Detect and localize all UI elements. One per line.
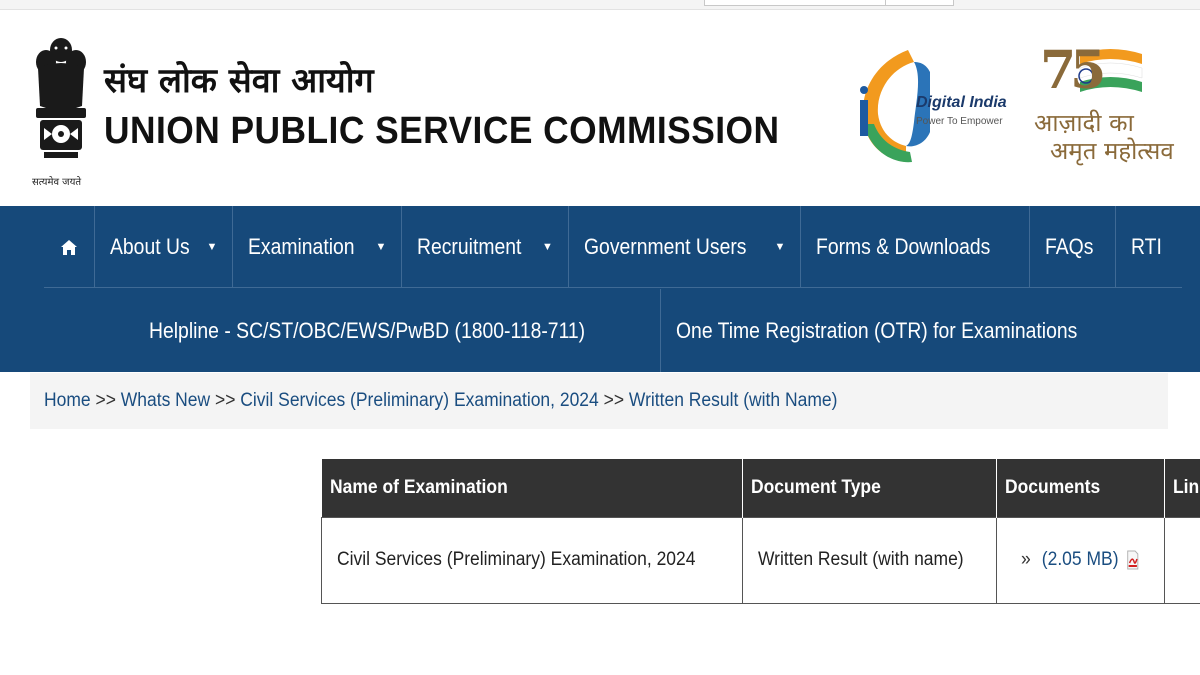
- nav-government-users[interactable]: Government Users ▼: [569, 206, 802, 288]
- col-header-doc-type: Document Type: [742, 459, 998, 517]
- digital-india-tagline: Power To Empower: [916, 116, 1003, 127]
- national-emblem-icon: [36, 38, 86, 158]
- site-title-hindi: संघ लोक सेवा आयोग: [104, 61, 374, 101]
- nav-label: RTI: [1131, 234, 1163, 259]
- breadcrumb-separator: >>: [95, 390, 116, 411]
- digital-india-title: Digital India: [916, 94, 1007, 111]
- nav-recruitment[interactable]: Recruitment ▼: [402, 206, 569, 288]
- breadcrumb-inner: Home >> Whats New >> Civil Services (Pre…: [44, 390, 837, 412]
- document-download-link[interactable]: (2.05 MB): [1042, 549, 1119, 570]
- nav-label: Examination: [248, 234, 355, 259]
- nav-label: Helpline - SC/ST/OBC/EWS/PwBD (1800-118-…: [149, 317, 586, 343]
- nav-otr[interactable]: One Time Registration (OTR) for Examinat…: [661, 289, 1147, 372]
- nav-label: Government Users: [583, 234, 747, 259]
- breadcrumb-separator: >>: [603, 390, 625, 411]
- azadi-line2: अमृत महोत्सव: [1050, 137, 1174, 165]
- nav-label: Forms & Downloads: [816, 234, 991, 259]
- breadcrumb-whats-new[interactable]: Whats New: [121, 390, 210, 411]
- documents-table: Name of Examination Document Type Docume…: [321, 459, 1200, 604]
- breadcrumb-separator: >>: [215, 390, 236, 411]
- nav-home[interactable]: [44, 206, 95, 288]
- caret-down-icon: ▼: [206, 241, 218, 253]
- main-nav: About Us ▼ Examination ▼ Recruitment ▼ Gove…: [0, 206, 1200, 372]
- emblem-motto: सत्यमेव जयते: [32, 177, 82, 188]
- col-header-exam: Name of Examination: [321, 459, 743, 517]
- breadcrumb: Home >> Whats New >> Civil Services (Pre…: [30, 373, 1168, 429]
- doc-entry: » (2.05 MB): [1021, 549, 1139, 571]
- col-header-documents: Documents: [996, 459, 1166, 517]
- azadi-75: 75: [1040, 40, 1106, 101]
- nav-faqs[interactable]: FAQs: [1030, 206, 1117, 288]
- nav-label: Recruitment: [417, 234, 522, 259]
- header-label: Document Type: [750, 476, 881, 498]
- table-row: Civil Services (Preliminary) Examination…: [321, 516, 1200, 604]
- site-title-english: UNION PUBLIC SERVICE COMMISSION: [104, 110, 780, 152]
- nav-label: About Us: [110, 234, 190, 259]
- nav-row-primary: About Us ▼ Examination ▼ Recruitment ▼ Gove…: [44, 206, 1182, 288]
- search-divider: [885, 0, 886, 6]
- cell-documents: » (2.05 MB): [996, 516, 1166, 604]
- cell-exam: Civil Services (Preliminary) Examination…: [321, 516, 743, 604]
- table-header-row: Name of Examination Document Type Docume…: [321, 459, 1200, 517]
- home-icon: [61, 239, 77, 255]
- header-label: Documents: [1005, 476, 1101, 498]
- pdf-icon[interactable]: [1127, 550, 1139, 570]
- header-label: Name of Examination: [329, 476, 508, 498]
- nav-examination[interactable]: Examination ▼: [233, 206, 403, 288]
- col-header-link: Link: [1164, 459, 1200, 517]
- documents-table-wrap: Name of Examination Document Type Docume…: [321, 459, 1200, 604]
- cell-link[interactable]: [1164, 516, 1200, 604]
- caret-down-icon: ▼: [774, 241, 786, 253]
- nav-forms-downloads[interactable]: Forms & Downloads: [801, 206, 1031, 288]
- breadcrumb-exam[interactable]: Civil Services (Preliminary) Examination…: [240, 390, 598, 411]
- site-header: सत्यमेव जयते संघ लोक सेवा आयोग UNION PUB…: [0, 10, 1200, 206]
- nav-label: One Time Registration (OTR) for Examinat…: [675, 317, 1077, 343]
- nav-row-secondary: Helpline - SC/ST/OBC/EWS/PwBD (1800-118-…: [134, 289, 1147, 372]
- breadcrumb-home[interactable]: Home: [44, 390, 91, 411]
- nav-label: FAQs: [1045, 234, 1094, 259]
- nav-rti[interactable]: RTI: [1116, 206, 1181, 288]
- chevron-right-icon: »: [1021, 549, 1031, 570]
- top-strip: [0, 0, 1200, 10]
- exam-name: Civil Services (Preliminary) Examination…: [337, 549, 696, 570]
- cell-doc-type: Written Result (with name): [741, 516, 998, 604]
- caret-down-icon: ▼: [375, 241, 387, 253]
- header-label: Link: [1173, 476, 1200, 498]
- nav-about-us[interactable]: About Us ▼: [95, 206, 234, 288]
- doc-type: Written Result (with name): [757, 549, 964, 570]
- caret-down-icon: ▼: [541, 241, 553, 253]
- nav-helpline[interactable]: Helpline - SC/ST/OBC/EWS/PwBD (1800-118-…: [134, 289, 661, 372]
- breadcrumb-current[interactable]: Written Result (with Name): [629, 390, 838, 411]
- top-search-box[interactable]: [704, 0, 954, 6]
